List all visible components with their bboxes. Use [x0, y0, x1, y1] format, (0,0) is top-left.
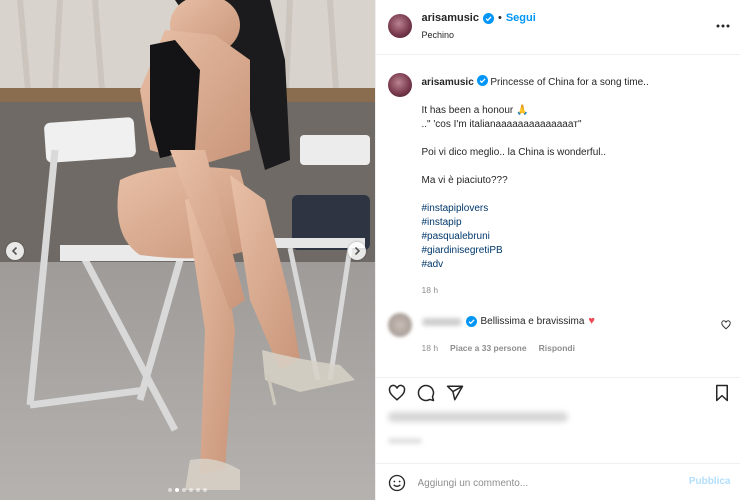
- commenter-avatar[interactable]: [388, 313, 412, 337]
- likes-count-blurred[interactable]: [388, 412, 568, 422]
- carousel-next-button[interactable]: [348, 242, 366, 260]
- caption-line: [422, 132, 727, 146]
- caption-line: It has been a honour 🙏: [422, 104, 727, 118]
- carousel-prev-button[interactable]: [6, 242, 24, 260]
- hashtag-link[interactable]: #instapiplovers: [422, 202, 727, 216]
- comment-text: Bellissima e bravissima: [481, 316, 585, 327]
- reply-button[interactable]: Rispondi: [539, 343, 575, 353]
- separator-dot: •: [498, 12, 502, 24]
- author-avatar[interactable]: [388, 14, 412, 38]
- comment-input[interactable]: [416, 473, 680, 493]
- caption-first-line: arisamusic Princesse of China for a song…: [422, 75, 727, 90]
- author-line: arisamusic • Segui: [422, 12, 536, 24]
- comment-icon[interactable]: [417, 384, 435, 402]
- chevron-right-icon: [352, 246, 362, 256]
- more-options-icon[interactable]: [715, 18, 731, 34]
- comments-section: arisamusic Princesse of China for a song…: [376, 55, 740, 377]
- comment-timestamp[interactable]: 18 h: [422, 343, 439, 353]
- red-heart-emoji: ♥: [588, 315, 595, 327]
- caption-line: [422, 188, 727, 202]
- post-date-blurred[interactable]: [388, 438, 422, 444]
- photo-scene: [0, 0, 375, 500]
- verified-badge-icon: [477, 75, 488, 86]
- share-icon[interactable]: [446, 384, 464, 402]
- caption-text: Princesse of China for a song time..: [490, 77, 648, 88]
- carousel-dot: [203, 488, 207, 492]
- comment-composer: Pubblica: [376, 463, 740, 501]
- caption-username[interactable]: arisamusic: [422, 77, 474, 88]
- caption-spacer: [422, 90, 727, 104]
- carousel-dot-active: [175, 488, 179, 492]
- post-modal: arisamusic • Segui Pechino arisamusic: [0, 0, 740, 500]
- verified-badge-icon: [483, 13, 494, 24]
- hashtag-link[interactable]: #pasqualebruni: [422, 230, 727, 244]
- caption-line: Ma vi è piaciuto???: [422, 174, 727, 188]
- caption-line: Poi vi dico meglio.. la China is wonderf…: [422, 146, 727, 160]
- hashtag-link[interactable]: #giardinisegretiPB: [422, 244, 727, 258]
- comment-like-heart-icon[interactable]: [721, 320, 731, 330]
- hashtag-link[interactable]: #adv: [422, 258, 727, 272]
- publish-button[interactable]: Pubblica: [689, 476, 731, 487]
- emoji-icon[interactable]: [388, 474, 406, 492]
- caption: arisamusic Princesse of China for a song…: [422, 75, 727, 272]
- comment-body: Bellissima e bravissima ♥: [466, 315, 595, 327]
- carousel-dot: [168, 488, 172, 492]
- comment-likes-count[interactable]: Piace a 33 persone: [450, 343, 527, 353]
- post-photo[interactable]: [0, 0, 375, 500]
- caption-timestamp[interactable]: 18 h: [422, 285, 439, 295]
- carousel-dot: [182, 488, 186, 492]
- carousel-indicator: [0, 488, 375, 492]
- carousel-dot: [189, 488, 193, 492]
- post-actions-bar: [376, 377, 740, 406]
- comment-meta: 18 h Piace a 33 persone Rispondi: [422, 343, 575, 353]
- post-location[interactable]: Pechino: [422, 30, 455, 40]
- chevron-left-icon: [10, 246, 20, 256]
- carousel-dot: [196, 488, 200, 492]
- follow-button[interactable]: Segui: [506, 12, 536, 24]
- post-details-panel: arisamusic • Segui Pechino arisamusic: [375, 0, 740, 500]
- caption-author-avatar[interactable]: [388, 73, 412, 97]
- post-header: arisamusic • Segui Pechino: [376, 0, 740, 55]
- heart-icon[interactable]: [388, 384, 406, 402]
- bookmark-icon[interactable]: [713, 384, 731, 402]
- verified-badge-icon: [466, 316, 477, 327]
- commenter-username-blurred[interactable]: [422, 318, 462, 326]
- caption-line: [422, 160, 727, 174]
- hashtag-link[interactable]: #instapip: [422, 216, 727, 230]
- caption-line: .." 'cos I'm italianaaaaaaaaaaaaaaт": [422, 118, 727, 132]
- author-username[interactable]: arisamusic: [422, 12, 479, 24]
